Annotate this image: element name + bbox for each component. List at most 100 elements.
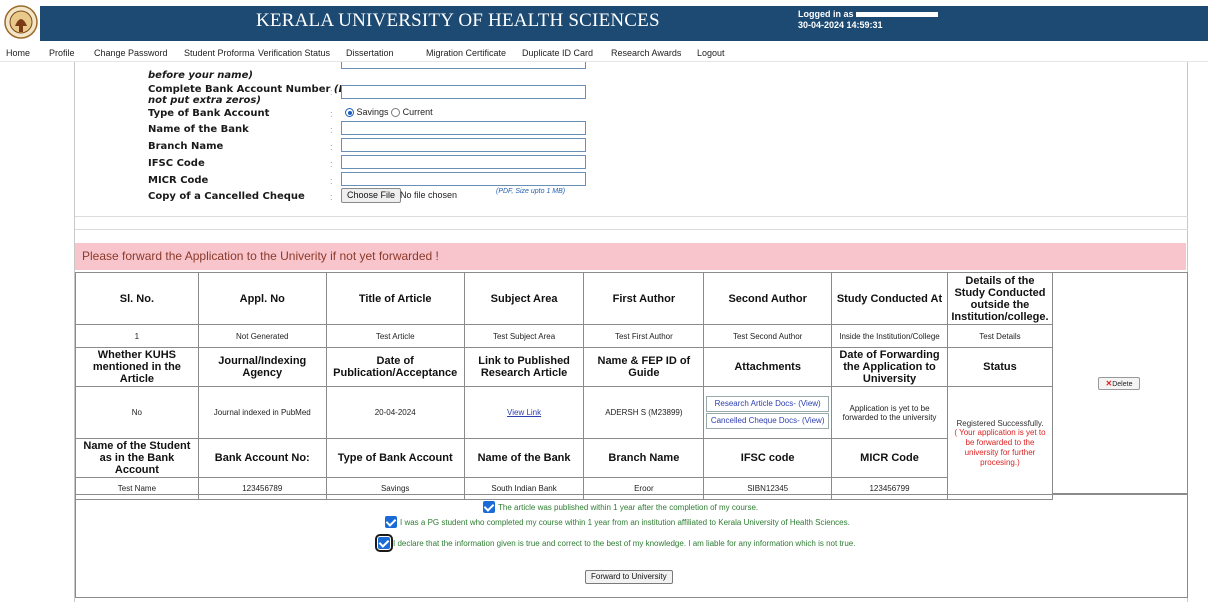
col-ifsc: IFSC code xyxy=(703,438,833,478)
declaration-3-checkbox[interactable] xyxy=(375,534,393,552)
radio-savings[interactable] xyxy=(345,108,354,118)
delete-button[interactable]: ✕Delete xyxy=(1098,377,1140,390)
main-nav: Home Profile Change Password Student Pro… xyxy=(0,44,1208,62)
col-subject-area: Subject Area xyxy=(463,272,585,325)
col-date: Date of Publication/Acceptance xyxy=(325,347,465,387)
name-note: before your name) xyxy=(148,70,253,81)
nav-duplicate-id-card[interactable]: Duplicate ID Card xyxy=(522,48,593,58)
application-table: Sl. No. Appl. No Title of Article Subjec… xyxy=(75,272,1054,500)
status-pending-note: ( Your application is yet to be forwarde… xyxy=(954,427,1046,467)
account-type-label: Type of Bank Account xyxy=(148,108,270,119)
radio-savings-label: Savings xyxy=(356,107,389,117)
nav-dissertation[interactable]: Dissertation xyxy=(346,48,394,58)
radio-current[interactable] xyxy=(391,108,401,118)
col-forwarding-date: Date of Forwarding the Application to Un… xyxy=(831,347,948,387)
username-redacted xyxy=(855,12,938,18)
cell-journal: Journal indexed in PubMed xyxy=(197,386,327,439)
branch-name-label: Branch Name xyxy=(148,141,224,152)
no-file-text: No file chosen xyxy=(400,190,458,200)
login-datetime: 30-04-2024 14:59:31 xyxy=(798,20,883,30)
cell-appl-no: Not Generated xyxy=(197,324,327,348)
bank-name-input[interactable] xyxy=(341,121,586,135)
declaration-3-text: I declare that the information given is … xyxy=(393,538,856,548)
col-guide: Name & FEP ID of Guide xyxy=(583,347,705,387)
cell-kuhs-mentioned: No xyxy=(75,386,199,439)
login-info: Logged in as 30-04-2024 14:59:31 xyxy=(798,9,938,31)
nav-migration-certificate[interactable]: Migration Certificate xyxy=(426,48,506,58)
cell-title: Test Article xyxy=(325,324,465,348)
declaration-2-text: I was a PG student who completed my cour… xyxy=(400,517,850,527)
research-article-docs-link[interactable]: Research Article Docs- (View) xyxy=(706,396,830,412)
col-status: Status xyxy=(946,347,1054,387)
table-header-row: Sl. No. Appl. No Title of Article Subjec… xyxy=(75,272,1054,325)
declaration-2-checkbox[interactable] xyxy=(385,516,397,528)
colon: : xyxy=(330,176,333,186)
col-student-name: Name of the Student as in the Bank Accou… xyxy=(75,438,199,478)
university-title: KERALA UNIVERSITY OF HEALTH SCIENCES xyxy=(256,10,660,31)
page-header: KERALA UNIVERSITY OF HEALTH SCIENCES Log… xyxy=(0,0,1208,44)
declaration-3: I declare that the information given is … xyxy=(375,534,856,552)
nav-research-awards[interactable]: Research Awards xyxy=(611,48,681,58)
logged-in-label: Logged in as xyxy=(798,9,854,19)
view-link[interactable]: View Link xyxy=(507,408,541,417)
cell-study-details: Test Details xyxy=(946,324,1054,348)
name-as-in-bank-input[interactable] xyxy=(341,62,586,69)
delete-button-label: Delete xyxy=(1112,381,1133,388)
nav-logout[interactable]: Logout xyxy=(697,48,725,58)
cell-guide: ADERSH S (M23899) xyxy=(583,386,705,439)
account-number-label: Complete Bank Account Number (Do xyxy=(148,84,354,95)
colon: : xyxy=(330,142,333,152)
declaration-1-checkbox[interactable] xyxy=(483,501,495,513)
divider xyxy=(75,229,1188,230)
col-micr: MICR Code xyxy=(831,438,948,478)
colon: : xyxy=(330,192,333,202)
cheque-label: Copy of a Cancelled Cheque xyxy=(148,191,305,202)
col-attachments: Attachments xyxy=(703,347,833,387)
nav-profile[interactable]: Profile xyxy=(49,48,75,58)
cancelled-cheque-docs-link[interactable]: Cancelled Cheque Docs- (View) xyxy=(706,413,830,429)
cell-date: 20-04-2024 xyxy=(325,386,465,439)
cell-second-author: Test Second Author xyxy=(703,324,833,348)
account-type-radio-group: Savings Current xyxy=(345,107,433,118)
forward-to-university-button[interactable]: Forward to University xyxy=(585,570,673,584)
declaration-2: I was a PG student who completed my cour… xyxy=(385,516,850,528)
cell-status: Registered Successfully. ( Your applicat… xyxy=(946,386,1054,500)
forward-warning-banner: Please forward the Application to the Un… xyxy=(75,243,1186,270)
nav-home[interactable]: Home xyxy=(6,48,30,58)
bank-name-label: Name of the Bank xyxy=(148,124,249,135)
account-number-input[interactable] xyxy=(341,85,586,99)
table-row: No Journal indexed in PubMed 20-04-2024 … xyxy=(75,386,1054,500)
col-bank-account-type: Type of Bank Account xyxy=(325,438,465,478)
nav-student-proforma[interactable]: Student Proforma xyxy=(184,48,255,58)
cell-sl-no: 1 xyxy=(75,324,199,348)
divider xyxy=(75,216,1188,217)
cell-forwarding: Application is yet to be forwarded to th… xyxy=(831,386,948,439)
ifsc-input[interactable] xyxy=(341,155,586,169)
choose-file-button[interactable]: Choose File xyxy=(341,188,402,203)
colon: : xyxy=(330,159,333,169)
nav-verification-status[interactable]: Verification Status xyxy=(258,48,330,58)
branch-name-input[interactable] xyxy=(341,138,586,152)
col-study-conducted: Study Conducted At xyxy=(831,272,948,325)
col-bank-account-no: Bank Account No: xyxy=(197,438,327,478)
col-link: Link to Published Research Article xyxy=(463,347,585,387)
col-kuhs-mentioned: Whether KUHS mentioned in the Article xyxy=(75,347,199,387)
nav-change-password[interactable]: Change Password xyxy=(94,48,168,58)
status-registered: Registered Successfully. xyxy=(956,418,1044,428)
cell-first-author: Test First Author xyxy=(583,324,705,348)
col-bank-name: Name of the Bank xyxy=(463,438,585,478)
col-title: Title of Article xyxy=(325,272,465,325)
col-journal: Journal/Indexing Agency xyxy=(197,347,327,387)
col-first-author: First Author xyxy=(583,272,705,325)
university-logo-icon xyxy=(4,5,38,39)
col-sl-no: Sl. No. xyxy=(75,272,199,325)
ifsc-label: IFSC Code xyxy=(148,158,205,169)
declaration-1-text: The article was published within 1 year … xyxy=(498,502,759,512)
micr-label: MICR Code xyxy=(148,175,209,186)
micr-input[interactable] xyxy=(341,172,586,186)
cell-study-conducted: Inside the Institution/College xyxy=(831,324,948,348)
col-branch-name: Branch Name xyxy=(583,438,705,478)
col-appl-no: Appl. No xyxy=(197,272,327,325)
col-study-outside: Details of the Study Conducted outside t… xyxy=(946,272,1054,325)
account-number-note: not put extra zeros) xyxy=(148,95,261,106)
